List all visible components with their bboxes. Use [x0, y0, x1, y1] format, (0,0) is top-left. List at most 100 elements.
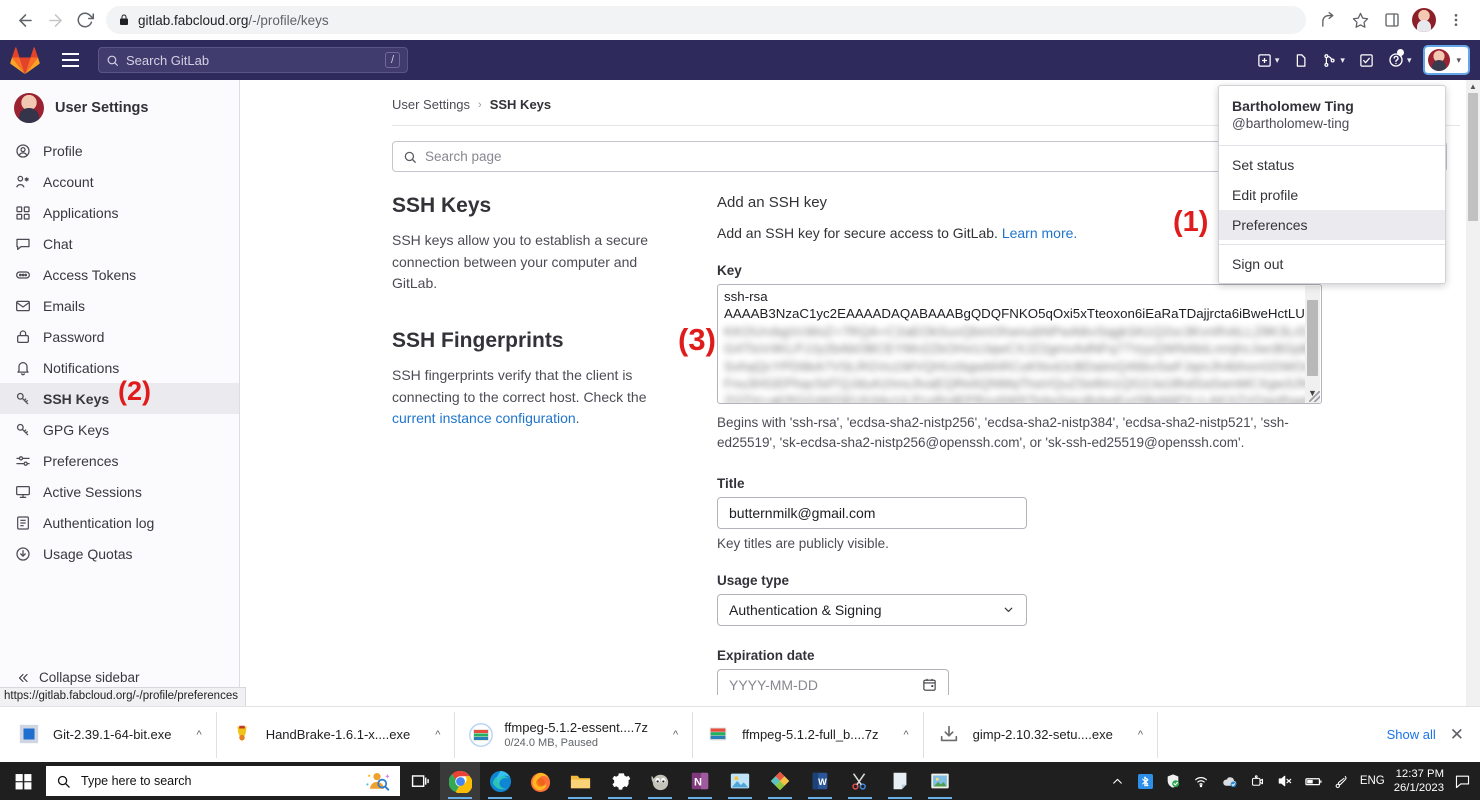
camera-icon[interactable] — [1248, 772, 1267, 791]
page-scrollbar[interactable]: ▲ — [1466, 80, 1480, 706]
taskbar-app-paint3d[interactable] — [760, 762, 800, 800]
close-icon[interactable]: ✕ — [1450, 725, 1464, 745]
taskbar-app-onenote[interactable]: N — [680, 762, 720, 800]
scrollbar-thumb[interactable] — [1468, 93, 1478, 221]
textarea-scrollbar[interactable]: ▼ — [1305, 286, 1320, 403]
download-filename: HandBrake-1.6.1-x....exe — [265, 727, 411, 742]
sidebar-item-gpg-keys[interactable]: GPG Keys — [0, 414, 239, 445]
clock[interactable]: 12:37 PM 26/1/2023 — [1394, 767, 1444, 795]
chevron-up-icon[interactable]: ^ — [903, 729, 908, 741]
ssh-fingerprints-heading: SSH Fingerprints — [392, 329, 564, 353]
security-shield-icon[interactable] — [1164, 772, 1183, 791]
star-icon[interactable] — [1346, 6, 1374, 34]
sidebar-item-authentication-log[interactable]: Authentication log — [0, 507, 239, 538]
taskbar-app-settings[interactable] — [600, 762, 640, 800]
taskbar-app-gimp[interactable] — [640, 762, 680, 800]
taskbar-app-snipping-tool[interactable] — [840, 762, 880, 800]
download-item[interactable]: ffmpeg-5.1.2-essent....7z 0/24.0 MB, Pau… — [455, 711, 694, 758]
windows-start-icon[interactable] — [0, 762, 46, 800]
chevron-up-icon[interactable]: ^ — [673, 729, 678, 741]
download-item[interactable]: gimp-2.10.32-setu....exe ^ — [924, 711, 1159, 758]
usage-type-select[interactable]: Authentication & Signing — [717, 593, 1027, 626]
sidebar-item-chat[interactable]: Chat — [0, 228, 239, 259]
download-item[interactable]: ffmpeg-5.1.2-full_b....7z ^ — [693, 711, 924, 758]
battery-icon[interactable] — [1304, 772, 1323, 791]
menu-item-edit-profile[interactable]: Edit profile — [1219, 180, 1445, 210]
taskbar-app-sticky-notes[interactable] — [880, 762, 920, 800]
chevron-up-icon[interactable]: ^ — [197, 729, 202, 741]
side-panel-icon[interactable] — [1378, 6, 1406, 34]
key-blurred-line: G4TloV4KLPJJy2bAbOBCEYMn2ZkOHvUJqwCXJZ2g… — [724, 341, 1315, 357]
help-button[interactable]: ▾ — [1382, 45, 1418, 75]
chevron-up-icon[interactable]: ^ — [1138, 729, 1143, 741]
breadcrumb-parent[interactable]: User Settings — [392, 97, 470, 112]
learn-more-link[interactable]: Learn more. — [1002, 225, 1077, 241]
svg-text:N: N — [694, 777, 702, 789]
three-dot-menu-icon[interactable] — [1442, 6, 1470, 34]
taskbar-app-word[interactable]: W — [800, 762, 840, 800]
taskbar-app-edge[interactable] — [480, 762, 520, 800]
show-all-button[interactable]: Show all — [1387, 727, 1436, 742]
textarea-resize-handle[interactable] — [1309, 391, 1320, 402]
breadcrumb-current: SSH Keys — [489, 97, 552, 112]
create-new-button[interactable]: ▾ — [1251, 45, 1286, 75]
chevron-up-icon[interactable] — [1108, 772, 1127, 791]
address-bar[interactable]: gitlab.fabcloud.org/-/profile/keys — [106, 6, 1306, 34]
wifi-icon[interactable] — [1192, 772, 1211, 791]
search-input[interactable]: Search GitLab / — [98, 47, 408, 73]
task-view-icon[interactable] — [400, 762, 440, 800]
menu-item-sign-out[interactable]: Sign out — [1219, 249, 1445, 279]
gitlab-logo[interactable] — [10, 47, 46, 75]
sidebar-item-access-tokens[interactable]: Access Tokens — [0, 259, 239, 290]
avatar[interactable] — [1410, 6, 1438, 34]
taskbar-app-photos[interactable] — [720, 762, 760, 800]
sidebar-header[interactable]: User Settings — [0, 80, 239, 135]
sidebar-item-usage-quotas[interactable]: Usage Quotas — [0, 538, 239, 569]
git-installer-icon — [18, 723, 42, 747]
hamburger-menu-icon[interactable] — [54, 46, 86, 74]
download-item[interactable]: Git-2.39.1-64-bit.exe ^ — [4, 711, 217, 758]
calendar-icon[interactable] — [922, 677, 937, 692]
key-blurred-line: KKOUrvbgVcWoZ+7RQA+C2aEOkSuvQbmOhwnubNPw… — [724, 323, 1315, 339]
menu-item-preferences[interactable]: Preferences — [1219, 210, 1445, 240]
sidebar-item-password[interactable]: Password — [0, 321, 239, 352]
todos-icon[interactable] — [1353, 45, 1380, 75]
back-arrow-icon[interactable] — [10, 5, 40, 35]
merge-requests-button[interactable]: ▾ — [1316, 45, 1351, 75]
bluetooth-icon[interactable] — [1136, 772, 1155, 791]
browser-action-icons — [1314, 6, 1470, 34]
sidebar-item-applications[interactable]: Applications — [0, 197, 239, 228]
reload-icon[interactable] — [70, 5, 100, 35]
sidebar-item-preferences[interactable]: Preferences — [0, 445, 239, 476]
key-textarea[interactable]: ssh-rsa AAAAB3NzaC1yc2EAAAADAQABAAABgQDQ… — [717, 284, 1322, 404]
current-instance-configuration-link[interactable]: current instance configuration — [392, 410, 576, 426]
sidebar-item-active-sessions[interactable]: Active Sessions — [0, 476, 239, 507]
taskbar-app-firefox[interactable] — [520, 762, 560, 800]
envelope-icon — [14, 297, 31, 314]
scrollbar-thumb[interactable] — [1307, 300, 1318, 376]
volume-muted-icon[interactable] — [1276, 772, 1295, 791]
chevron-up-icon[interactable]: ^ — [435, 729, 440, 741]
issues-icon[interactable] — [1287, 45, 1314, 75]
share-icon[interactable] — [1314, 6, 1342, 34]
user-dropdown-menu: Bartholomew Ting @bartholomew-ting Set s… — [1218, 85, 1446, 284]
onedrive-icon[interactable] — [1220, 772, 1239, 791]
pen-icon[interactable] — [1332, 772, 1351, 791]
download-item[interactable]: HandBrake-1.6.1-x....exe ^ — [217, 711, 456, 758]
user-avatar — [1428, 49, 1451, 71]
language-indicator[interactable]: ENG — [1360, 775, 1385, 787]
sidebar-item-emails[interactable]: Emails — [0, 290, 239, 321]
taskbar-app-photo-viewer[interactable] — [920, 762, 960, 800]
sidebar-item-account[interactable]: Account — [0, 166, 239, 197]
expiration-date-input[interactable]: YYYY-MM-DD — [717, 668, 949, 695]
taskbar-search-input[interactable]: Type here to search — [46, 766, 400, 796]
title-input[interactable]: butternmilk@gmail.com — [717, 496, 1027, 529]
user-menu-button[interactable]: ▾ — [1423, 45, 1470, 75]
taskbar-app-chrome[interactable] — [440, 762, 480, 800]
key-blurred-line: ZQTH+aKRGGAKDEUh3AcULPcyRrdEPRsx6W97bApS… — [724, 393, 1315, 404]
chevron-up-icon[interactable]: ▲ — [1466, 80, 1480, 91]
notification-center-icon[interactable] — [1453, 772, 1472, 791]
sidebar-item-profile[interactable]: Profile — [0, 135, 239, 166]
menu-item-set-status[interactable]: Set status — [1219, 150, 1445, 180]
taskbar-app-file-explorer[interactable] — [560, 762, 600, 800]
